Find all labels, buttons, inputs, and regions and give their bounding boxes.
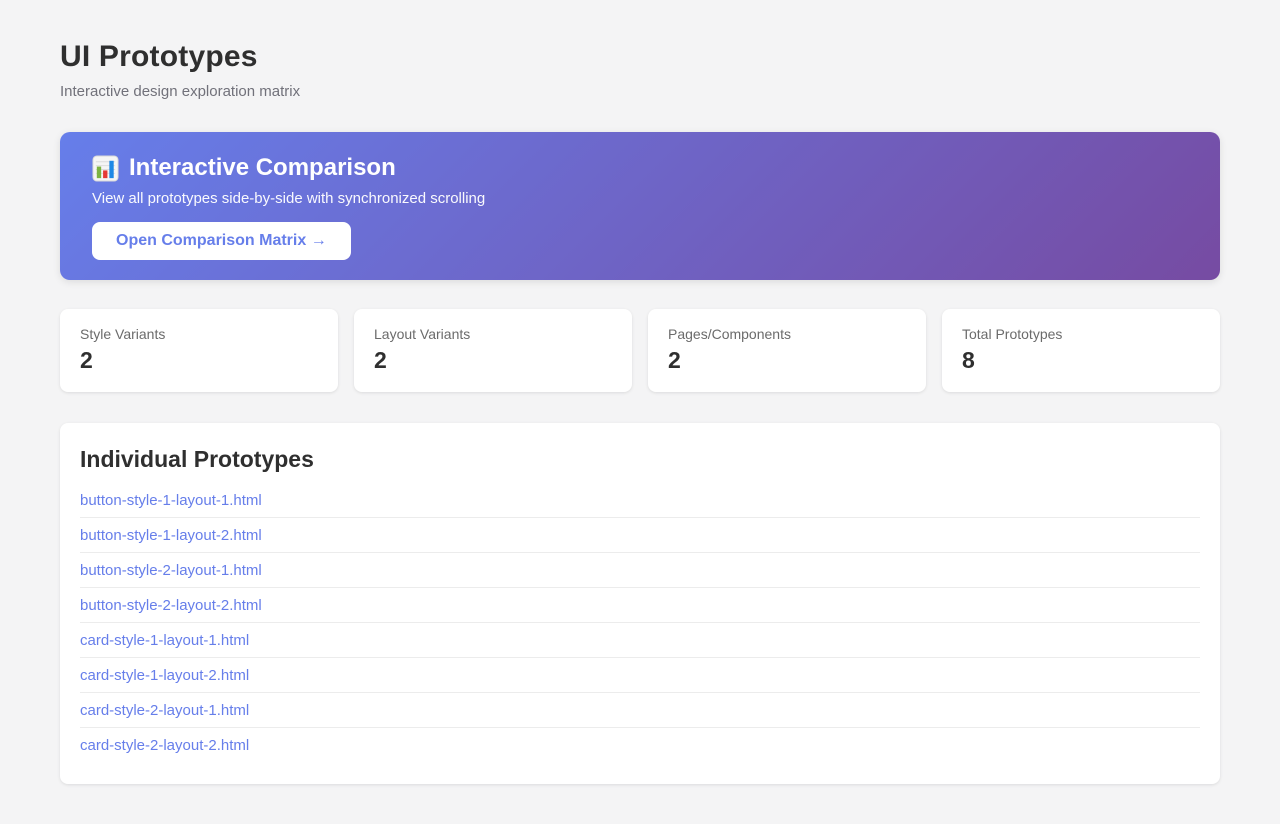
list-item: button-style-1-layout-2.html [80, 518, 1200, 553]
prototype-link[interactable]: card-style-1-layout-2.html [80, 658, 1200, 692]
comparison-banner: Interactive Comparison View all prototyp… [60, 132, 1220, 280]
banner-title-row: Interactive Comparison [92, 153, 1188, 183]
prototype-link[interactable]: button-style-1-layout-2.html [80, 518, 1200, 552]
list-item: button-style-2-layout-1.html [80, 553, 1200, 588]
prototype-link[interactable]: card-style-2-layout-1.html [80, 693, 1200, 727]
stat-value: 2 [668, 347, 906, 374]
list-item: card-style-1-layout-2.html [80, 658, 1200, 693]
banner-description: View all prototypes side-by-side with sy… [92, 190, 1188, 207]
stats-grid: Style Variants 2 Layout Variants 2 Pages… [60, 309, 1220, 392]
list-item: button-style-1-layout-1.html [80, 483, 1200, 518]
stat-value: 2 [374, 347, 612, 374]
page-subtitle: Interactive design exploration matrix [60, 83, 1220, 100]
stat-label: Total Prototypes [962, 326, 1200, 342]
list-item: card-style-2-layout-2.html [80, 728, 1200, 762]
individual-prototypes-heading: Individual Prototypes [80, 446, 1200, 473]
stat-card-layout-variants: Layout Variants 2 [354, 309, 632, 392]
stat-label: Layout Variants [374, 326, 612, 342]
bar-chart-icon [92, 155, 119, 182]
list-item: card-style-2-layout-1.html [80, 693, 1200, 728]
stat-value: 2 [80, 347, 318, 374]
prototype-link[interactable]: card-style-2-layout-2.html [80, 728, 1200, 762]
stat-card-pages-components: Pages/Components 2 [648, 309, 926, 392]
prototype-link[interactable]: button-style-1-layout-1.html [80, 483, 1200, 517]
list-item: button-style-2-layout-2.html [80, 588, 1200, 623]
banner-title: Interactive Comparison [129, 153, 396, 183]
stat-card-total-prototypes: Total Prototypes 8 [942, 309, 1220, 392]
prototype-link[interactable]: button-style-2-layout-1.html [80, 553, 1200, 587]
stat-label: Style Variants [80, 326, 318, 342]
prototype-link[interactable]: button-style-2-layout-2.html [80, 588, 1200, 622]
open-comparison-matrix-button[interactable]: Open Comparison Matrix → [92, 222, 351, 260]
list-item: card-style-1-layout-1.html [80, 623, 1200, 658]
stat-value: 8 [962, 347, 1200, 374]
prototype-link[interactable]: card-style-1-layout-1.html [80, 623, 1200, 657]
page-title: UI Prototypes [60, 40, 1220, 74]
stat-label: Pages/Components [668, 326, 906, 342]
prototype-list: button-style-1-layout-1.html button-styl… [80, 483, 1200, 762]
page-container: UI Prototypes Interactive design explora… [60, 0, 1220, 824]
individual-prototypes-card: Individual Prototypes button-style-1-lay… [60, 423, 1220, 784]
stat-card-style-variants: Style Variants 2 [60, 309, 338, 392]
